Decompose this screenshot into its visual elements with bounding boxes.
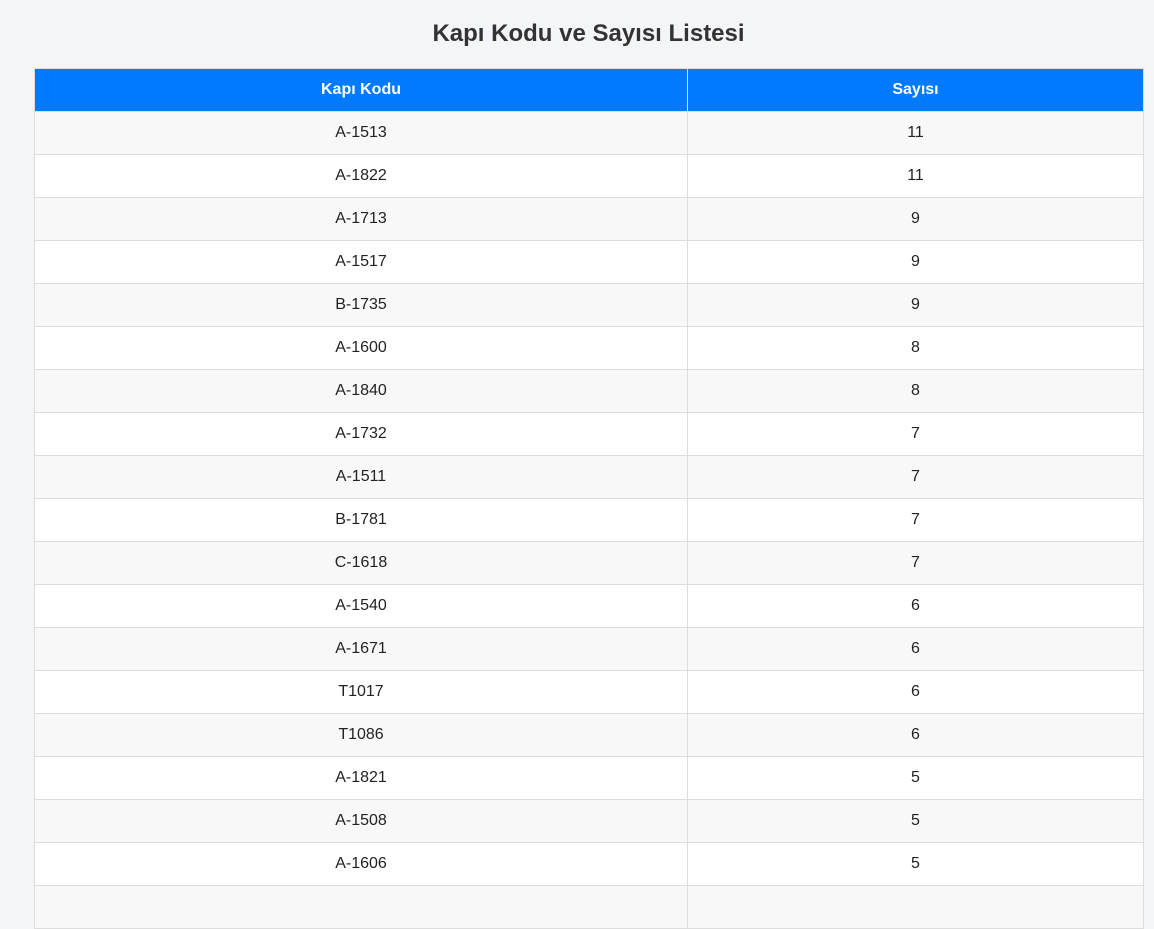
cell-door-code: A-1508 (34, 799, 688, 843)
table-row: A-1713 9 (34, 197, 1144, 241)
cell-count: 5 (687, 842, 1144, 886)
cell-count: 7 (687, 541, 1144, 585)
cell-door-code: T1086 (34, 713, 688, 757)
cell-count: 11 (687, 154, 1144, 198)
cell-count: 6 (687, 713, 1144, 757)
table-row: A-1508 5 (34, 799, 1144, 843)
cell-door-code: A-1822 (34, 154, 688, 198)
table-row: T1017 6 (34, 670, 1144, 714)
table-row: A-1822 11 (34, 154, 1144, 198)
table-body: A-1513 11 A-1822 11 A-1713 9 A-1517 9 B-1735 9 A-1… (34, 111, 1144, 929)
table-header-row: Kapı Kodu Sayısı (34, 68, 1144, 112)
table-row: A-1840 8 (34, 369, 1144, 413)
cell-door-code: T1017 (34, 670, 688, 714)
table-row: A-1732 7 (34, 412, 1144, 456)
table-row: C-1618 7 (34, 541, 1144, 585)
table-row: T1086 6 (34, 713, 1144, 757)
cell-count: 9 (687, 283, 1144, 327)
door-code-table-container: Kapı Kodu Sayısı A-1513 11 A-1822 11 A-1713 9… (34, 68, 1144, 929)
table-row: A-1540 6 (34, 584, 1144, 628)
table-row: A-1606 5 (34, 842, 1144, 886)
cell-door-code: B-1781 (34, 498, 688, 542)
cell-count: 7 (687, 455, 1144, 499)
cell-door-code: A-1511 (34, 455, 688, 499)
cell-count: 6 (687, 584, 1144, 628)
cell-count: 7 (687, 412, 1144, 456)
cell-door-code: A-1600 (34, 326, 688, 370)
cell-count: 8 (687, 326, 1144, 370)
cell-door-code: A-1606 (34, 842, 688, 886)
table-row: A-1517 9 (34, 240, 1144, 284)
cell-count: 9 (687, 240, 1144, 284)
cell-door-code: A-1821 (34, 756, 688, 800)
cell-door-code: A-1540 (34, 584, 688, 628)
table-row: A-1513 11 (34, 111, 1144, 155)
cell-door-code: C-1618 (34, 541, 688, 585)
table-row: A-1671 6 (34, 627, 1144, 671)
cell-door-code: A-1840 (34, 369, 688, 413)
door-code-table: Kapı Kodu Sayısı A-1513 11 A-1822 11 A-1713 9… (34, 68, 1144, 929)
cell-count: 8 (687, 369, 1144, 413)
table-row: B-1735 9 (34, 283, 1144, 327)
table-row: B-1781 7 (34, 498, 1144, 542)
table-row (34, 885, 1144, 929)
page-title: Kapı Kodu ve Sayısı Listesi (432, 20, 745, 47)
cell-count: 9 (687, 197, 1144, 241)
cell-count: 5 (687, 799, 1144, 843)
cell-door-code: A-1513 (34, 111, 688, 155)
cell-door-code: A-1517 (34, 240, 688, 284)
cell-count: 6 (687, 627, 1144, 671)
column-header-door-code[interactable]: Kapı Kodu (34, 68, 688, 112)
cell-door-code: B-1735 (34, 283, 688, 327)
table-row: A-1600 8 (34, 326, 1144, 370)
cell-count: 6 (687, 670, 1144, 714)
table-row: A-1821 5 (34, 756, 1144, 800)
cell-door-code: A-1671 (34, 627, 688, 671)
cell-count: 5 (687, 756, 1144, 800)
cell-count (687, 885, 1144, 929)
cell-door-code: A-1732 (34, 412, 688, 456)
cell-count: 7 (687, 498, 1144, 542)
column-header-count[interactable]: Sayısı (687, 68, 1144, 112)
table-row: A-1511 7 (34, 455, 1144, 499)
cell-count: 11 (687, 111, 1144, 155)
cell-door-code: A-1713 (34, 197, 688, 241)
cell-door-code (34, 885, 688, 929)
